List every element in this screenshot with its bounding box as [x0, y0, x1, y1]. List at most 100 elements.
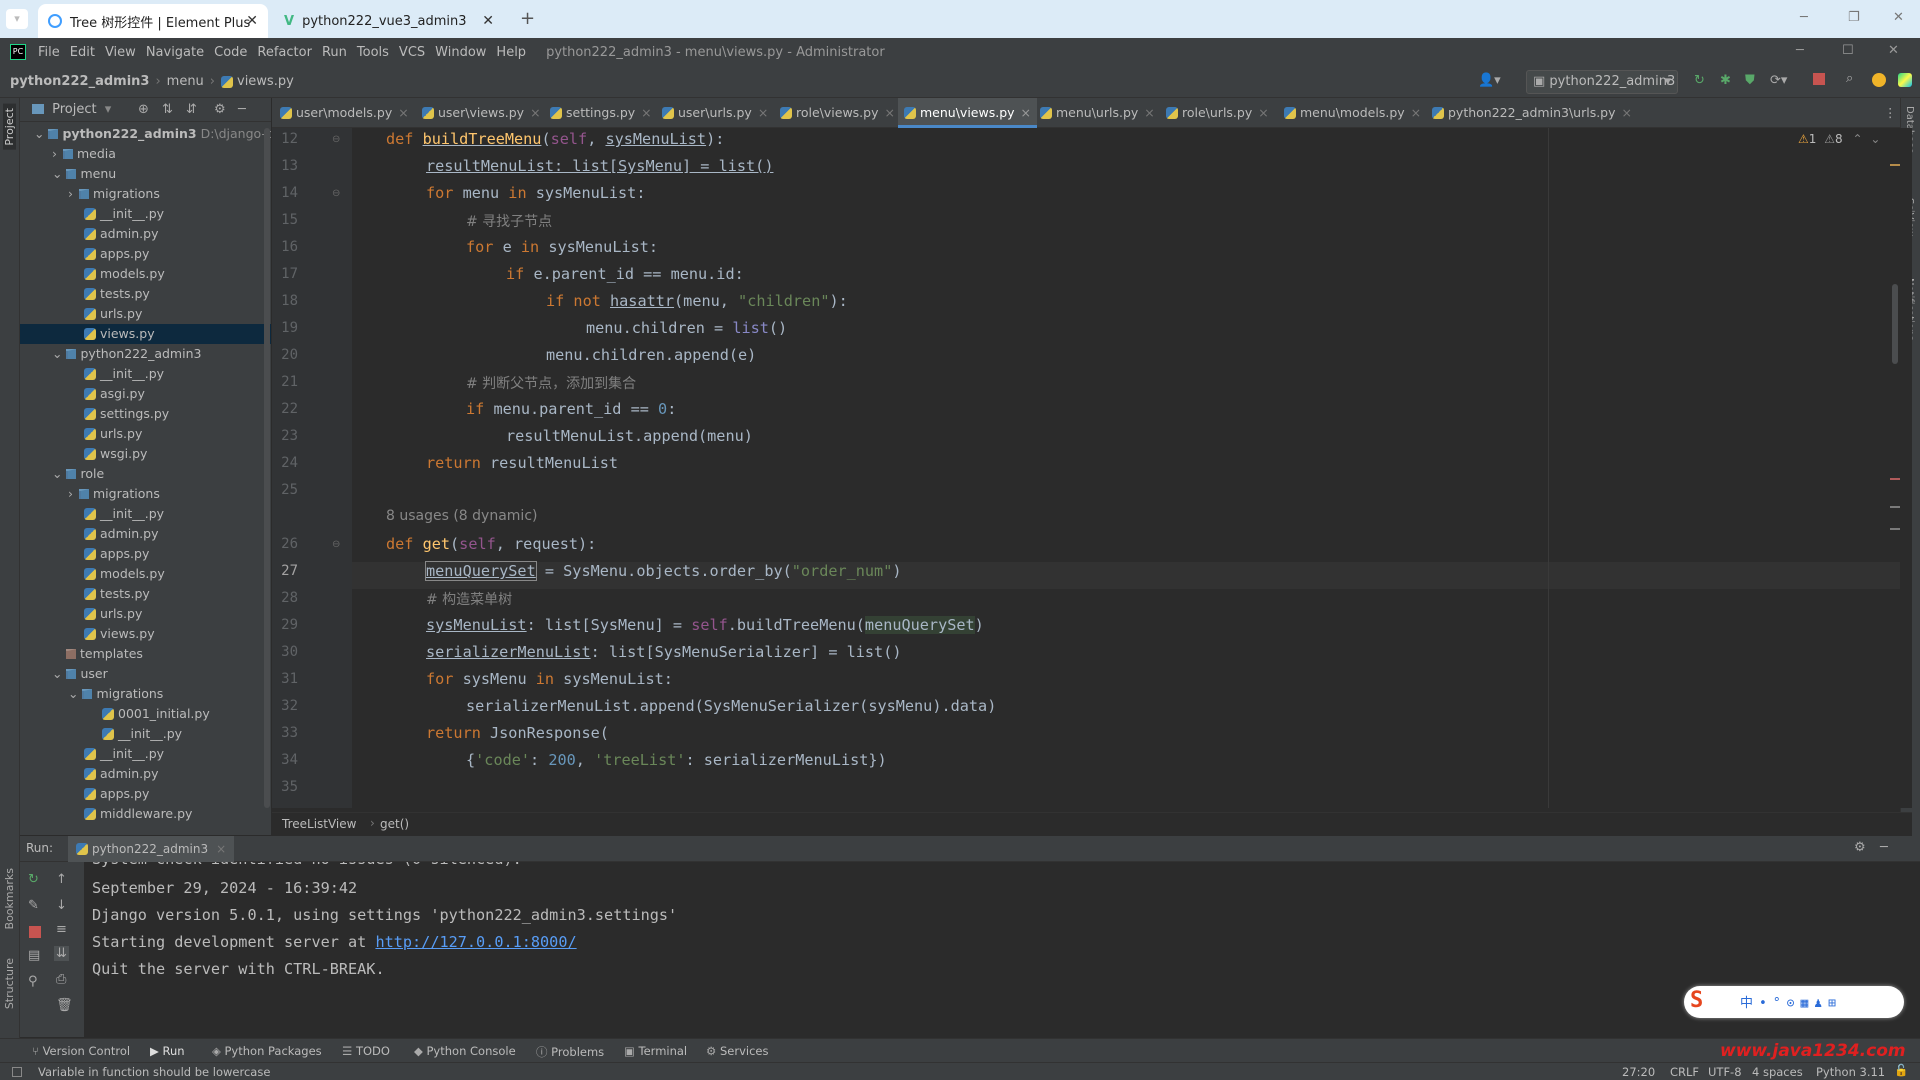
file-encoding[interactable]: UTF-8: [1708, 1065, 1742, 1079]
arrow-down-icon[interactable]: ↓: [56, 898, 67, 913]
indent-setting[interactable]: 4 spaces: [1752, 1065, 1803, 1079]
caret-position[interactable]: 27:20: [1622, 1065, 1655, 1079]
arrow-up-icon[interactable]: ↑: [56, 872, 67, 887]
tree-file[interactable]: apps.py: [84, 244, 149, 264]
chevron-down-icon[interactable]: ▾: [105, 102, 112, 117]
ime-tool-icons[interactable]: 中•°⊙▦♟⊞: [1740, 992, 1842, 1011]
restore-window-icon[interactable]: ❐: [1848, 10, 1860, 25]
editor-tab[interactable]: user\urls.py ×: [662, 98, 768, 128]
search-icon[interactable]: ⌕: [1846, 71, 1853, 86]
debug-icon[interactable]: ✱: [1720, 73, 1731, 88]
python-interpreter[interactable]: Python 3.11: [1816, 1065, 1885, 1079]
tree-file[interactable]: apps.py: [84, 544, 149, 564]
menu-run[interactable]: Run: [322, 45, 347, 60]
menu-navigate[interactable]: Navigate: [146, 45, 204, 60]
tree-root[interactable]: ⌄ python222_admin3 D:\django-pro: [34, 124, 271, 144]
services-tab[interactable]: ⚙ Services: [706, 1044, 768, 1058]
print-icon[interactable]: ⎙: [56, 972, 66, 987]
menu-window[interactable]: Window: [435, 45, 486, 60]
editor-tab[interactable]: python222_admin3\urls.py ×: [1432, 98, 1632, 128]
tree-file[interactable]: models.py: [84, 564, 165, 584]
todo-tab[interactable]: ☰ TODO: [342, 1044, 390, 1058]
trash-icon[interactable]: 🗑: [56, 998, 73, 1013]
layout-icon[interactable]: ▤: [28, 948, 40, 963]
gear-icon[interactable]: ⚙: [1854, 840, 1866, 855]
tree-folder-python222-admin3[interactable]: ⌄ python222_admin3: [52, 344, 201, 364]
rerun-icon[interactable]: ↻: [28, 872, 39, 887]
breadcrumb-class[interactable]: TreeListView: [282, 817, 356, 831]
editor-tab-active[interactable]: menu\views.py ×: [898, 98, 1038, 128]
tree-folder-templates[interactable]: templates: [66, 644, 143, 664]
problems-tab[interactable]: ⓘ Problems: [536, 1044, 604, 1060]
editor-tab[interactable]: role\urls.py ×: [1166, 98, 1269, 128]
stop-icon[interactable]: [29, 926, 41, 938]
tree-file[interactable]: middleware.py: [84, 804, 192, 824]
python-packages-tab[interactable]: ◈ Python Packages: [212, 1044, 322, 1058]
close-icon[interactable]: ×: [885, 105, 895, 120]
chevron-down-icon[interactable]: ⌄: [1870, 132, 1880, 146]
tree-file[interactable]: models.py: [84, 264, 165, 284]
run-configuration-select[interactable]: ▣ python222_admin3 ▾: [1526, 70, 1678, 94]
tree-file[interactable]: tests.py: [84, 584, 150, 604]
ide-maximize-icon[interactable]: ☐: [1842, 43, 1854, 58]
tree-file-selected[interactable]: views.py: [20, 324, 271, 344]
line-separator[interactable]: CRLF: [1670, 1065, 1699, 1079]
error-stripe[interactable]: [1890, 164, 1900, 764]
chevron-up-icon[interactable]: ⌃: [1852, 132, 1862, 146]
close-icon[interactable]: ×: [641, 105, 651, 120]
structure-tool-window-button[interactable]: Structure: [3, 958, 16, 1009]
tree-folder-user[interactable]: ⌄ user: [52, 664, 108, 684]
profile-icon[interactable]: ⟳▾: [1770, 73, 1787, 88]
breadcrumb-method[interactable]: get(): [380, 817, 409, 831]
close-icon[interactable]: ×: [1021, 105, 1031, 120]
soft-wrap-icon[interactable]: ≡: [56, 922, 67, 937]
ide-updates-icon[interactable]: [1872, 73, 1886, 87]
rerun-icon[interactable]: ↻: [1694, 73, 1705, 88]
editor-tab[interactable]: menu\models.py ×: [1284, 98, 1421, 128]
menu-help[interactable]: Help: [496, 45, 526, 60]
browser-tab-element-plus[interactable]: Tree 树形控件 | Element Plus ✕: [38, 4, 268, 38]
close-icon[interactable]: ×: [1622, 105, 1632, 120]
python-console-tab[interactable]: ◆ Python Console: [414, 1044, 516, 1058]
jetbrains-logo-icon[interactable]: [1898, 73, 1912, 87]
usages-inlay-hint[interactable]: 8 usages (8 dynamic): [386, 508, 537, 524]
pin-icon[interactable]: ⚲: [28, 974, 38, 989]
tree-file[interactable]: asgi.py: [84, 384, 145, 404]
project-scrollbar[interactable]: [264, 128, 270, 808]
status-toggle-icon[interactable]: [12, 1067, 22, 1077]
lock-icon[interactable]: 🔓: [1894, 1063, 1908, 1077]
close-icon[interactable]: ×: [1144, 105, 1154, 120]
tree-folder-migrations[interactable]: › migrations: [68, 184, 160, 204]
expand-all-icon[interactable]: ⇅: [162, 98, 173, 122]
close-window-icon[interactable]: ✕: [1893, 10, 1904, 25]
project-panel-title[interactable]: Project: [52, 102, 96, 117]
run-tab[interactable]: python222_admin3 ×: [68, 836, 235, 862]
run-tool-tab[interactable]: ▶ Run: [150, 1044, 185, 1058]
tree-file[interactable]: __init__.py: [84, 364, 164, 384]
tree-file[interactable]: tests.py: [84, 284, 150, 304]
tree-file[interactable]: __init__.py: [84, 204, 164, 224]
menu-edit[interactable]: Edit: [70, 45, 95, 60]
gear-icon[interactable]: ⚙: [214, 98, 226, 122]
close-tab-icon[interactable]: ✕: [482, 13, 494, 29]
nav-crumb-folder[interactable]: menu: [167, 74, 204, 89]
tree-file[interactable]: urls.py: [84, 424, 142, 444]
menu-vcs[interactable]: VCS: [399, 45, 425, 60]
tree-folder-menu[interactable]: ⌄ menu: [52, 164, 116, 184]
editor-tab[interactable]: role\views.py ×: [780, 98, 895, 128]
tree-file[interactable]: urls.py: [84, 604, 142, 624]
editor-scrollbar-thumb[interactable]: [1892, 284, 1898, 364]
menu-tools[interactable]: Tools: [357, 45, 389, 60]
tree-file[interactable]: views.py: [84, 624, 155, 644]
scroll-to-end-icon[interactable]: ⇊: [54, 946, 69, 961]
tree-folder-migrations[interactable]: › migrations: [68, 484, 160, 504]
menu-refactor[interactable]: Refactor: [257, 45, 312, 60]
tree-folder-role[interactable]: ⌄ role: [52, 464, 104, 484]
hide-panel-icon[interactable]: ─: [238, 98, 246, 122]
tree-file[interactable]: settings.py: [84, 404, 169, 424]
tree-folder-migrations[interactable]: ⌄ migrations: [68, 684, 163, 704]
inspection-widget[interactable]: ⚠1 ⚠8 ⌃ ⌄: [1798, 132, 1880, 146]
editor-tab[interactable]: user\models.py ×: [280, 98, 409, 128]
more-tabs-icon[interactable]: ⋮: [1884, 98, 1897, 128]
user-account-icon[interactable]: 👤▾: [1478, 73, 1501, 88]
